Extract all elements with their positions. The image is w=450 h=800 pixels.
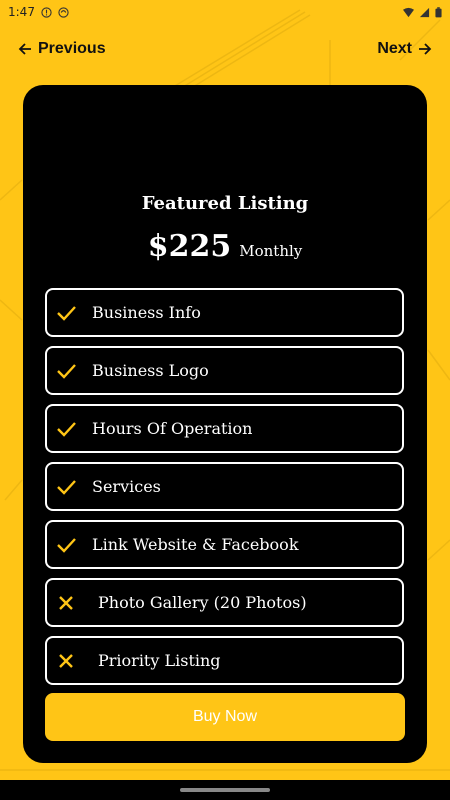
plan-period: Monthly xyxy=(239,242,303,260)
status-bar: 1:47 xyxy=(0,0,450,24)
feature-label: Services xyxy=(92,477,161,496)
status-right xyxy=(403,6,442,18)
feature-item: Hours Of Operation xyxy=(45,404,404,453)
feature-item: Link Website & Facebook xyxy=(45,520,404,569)
feature-item: Services xyxy=(45,462,404,511)
feature-item: Photo Gallery (20 Photos) xyxy=(45,578,404,627)
close-icon xyxy=(59,595,73,610)
previous-button[interactable]: Previous xyxy=(18,40,106,58)
check-icon xyxy=(57,305,76,321)
top-navigation: Previous Next xyxy=(0,34,450,64)
plan-price: $225 xyxy=(147,229,232,264)
check-icon xyxy=(57,479,76,495)
price-row: $225 Monthly xyxy=(23,229,427,264)
feature-label: Hours Of Operation xyxy=(92,419,253,438)
home-indicator[interactable] xyxy=(180,788,270,792)
signal-icon xyxy=(419,7,430,17)
feature-label: Priority Listing xyxy=(98,651,221,670)
battery-icon xyxy=(435,6,442,17)
feature-label: Link Website & Facebook xyxy=(92,535,299,554)
close-icon xyxy=(59,653,73,668)
arrow-left-icon xyxy=(18,43,31,55)
wifi-icon xyxy=(403,7,414,17)
feature-item: Business Logo xyxy=(45,346,404,395)
status-left: 1:47 xyxy=(8,5,69,19)
feature-list: Business Info Business Logo Hours Of Ope… xyxy=(45,288,404,694)
previous-label: Previous xyxy=(38,40,106,57)
feature-item: Priority Listing xyxy=(45,636,404,685)
system-navigation-bar xyxy=(0,780,450,800)
check-icon xyxy=(57,421,76,437)
check-icon xyxy=(57,537,76,553)
plan-title: Featured Listing xyxy=(141,193,309,214)
feature-label: Business Info xyxy=(92,303,201,322)
feature-label: Business Logo xyxy=(92,361,209,380)
alert-icon xyxy=(41,6,52,18)
feature-label: Photo Gallery (20 Photos) xyxy=(98,593,307,612)
next-button[interactable]: Next xyxy=(377,40,432,58)
next-label: Next xyxy=(377,40,412,57)
arrow-right-icon xyxy=(419,43,432,55)
check-icon xyxy=(57,363,76,379)
app-screen: 1:47 Previous Next Featured Listing $225… xyxy=(0,0,450,800)
status-time: 1:47 xyxy=(8,5,35,19)
shield-icon xyxy=(58,6,69,18)
pricing-card: Featured Listing $225 Monthly Business I… xyxy=(23,85,427,763)
buy-now-button[interactable]: Buy Now xyxy=(45,693,405,741)
feature-item: Business Info xyxy=(45,288,404,337)
